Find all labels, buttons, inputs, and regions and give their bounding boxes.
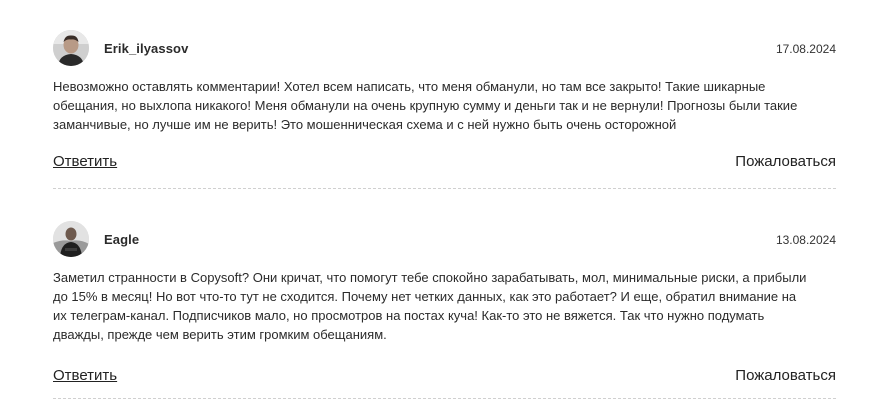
avatar xyxy=(53,221,89,257)
comment-item: Erik_ilyassov 17.08.2024 Невозможно оста… xyxy=(53,30,836,189)
avatar xyxy=(53,30,89,66)
avatar-photo-icon xyxy=(53,30,89,66)
comment-author: Erik_ilyassov xyxy=(104,41,189,56)
comment-actions: Ответить Пожаловаться xyxy=(53,153,836,177)
report-link[interactable]: Пожаловаться xyxy=(735,153,836,170)
avatar-photo-icon xyxy=(53,221,89,257)
comment-date: 17.08.2024 xyxy=(775,42,836,56)
comment-header: Eagle 13.08.2024 xyxy=(53,221,836,259)
comment-date: 13.08.2024 xyxy=(775,233,836,247)
comment-header: Erik_ilyassov 17.08.2024 xyxy=(53,30,836,68)
report-link[interactable]: Пожаловаться xyxy=(735,367,836,384)
comment-divider xyxy=(53,398,836,399)
comment-divider xyxy=(53,188,836,189)
reply-link[interactable]: Ответить xyxy=(53,367,117,384)
comment-actions: Ответить Пожаловаться xyxy=(53,367,836,391)
comment-text: Заметил странности в Copysoft? Они крича… xyxy=(53,270,807,342)
comment-author: Eagle xyxy=(104,232,140,247)
reply-link[interactable]: Ответить xyxy=(53,153,117,170)
comment-text: Невозможно оставлять комментарии! Хотел … xyxy=(53,79,798,132)
comment-item: Eagle 13.08.2024 Заметил странности в Co… xyxy=(53,221,836,399)
